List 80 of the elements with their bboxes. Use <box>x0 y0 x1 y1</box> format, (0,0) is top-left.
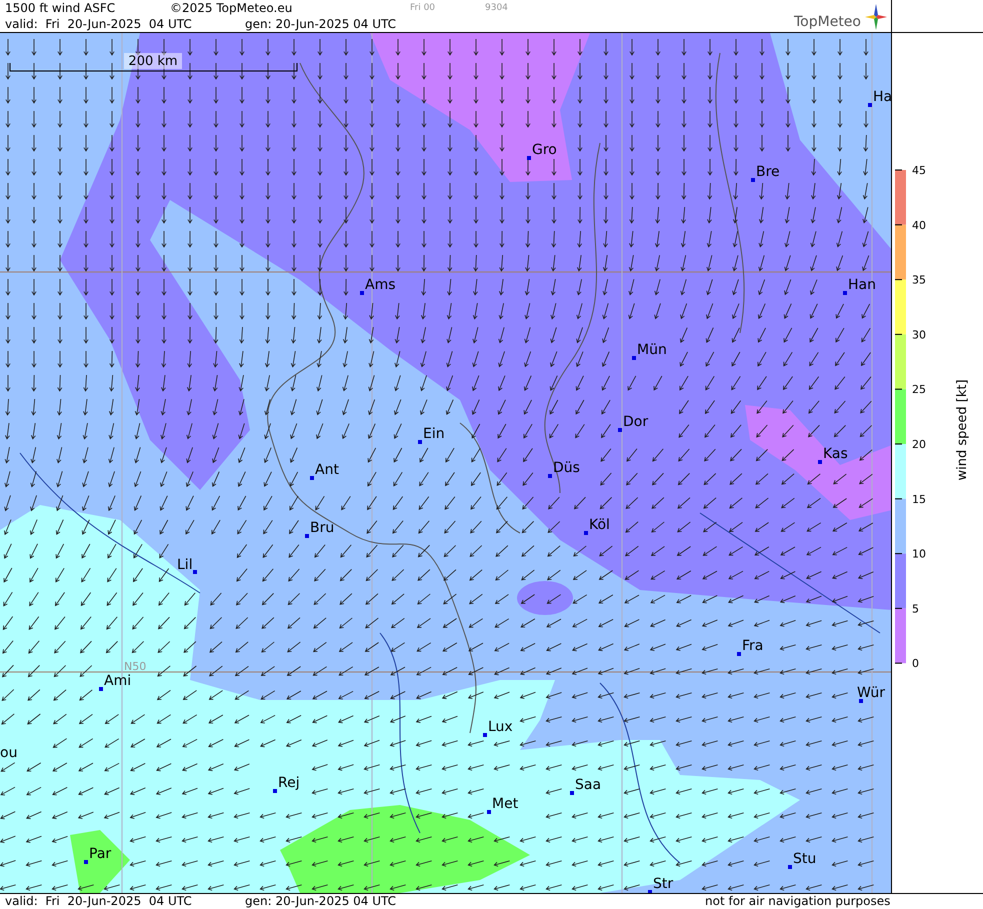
city-marker-icon <box>843 291 847 295</box>
city-marker-icon <box>360 291 364 295</box>
compass-star-icon <box>865 4 887 30</box>
legend-tick-label: 35 <box>912 274 926 287</box>
city-label: Ami <box>104 673 132 689</box>
city-marker-icon <box>487 810 491 814</box>
city-label: Met <box>492 796 518 812</box>
logo-text: TopMeteo <box>794 14 861 30</box>
city-marker-icon <box>648 890 652 893</box>
city-label: Ant <box>315 462 339 478</box>
city-marker-icon <box>632 356 636 360</box>
city-label: Wür <box>857 685 885 701</box>
city-marker-icon <box>868 103 872 107</box>
legend-tick-label: 45 <box>912 164 926 177</box>
city-label: Ein <box>423 426 445 442</box>
city-label: Bre <box>756 164 780 180</box>
city-label: Mün <box>637 342 667 358</box>
copyright-text: ©2025 TopMeteo.eu <box>170 0 294 16</box>
scale-label: 200 km <box>128 54 178 69</box>
city-marker-icon <box>584 531 588 535</box>
city-label: Köl <box>589 517 610 533</box>
tick-mark <box>894 553 902 554</box>
city-label: Kas <box>823 446 848 462</box>
legend-tick-label: 15 <box>912 492 926 506</box>
valid-time: valid: Fri 20-Jun-2025 04 UTC <box>5 16 193 32</box>
legend-tick-label: 30 <box>912 328 926 342</box>
city-label: Fra <box>742 638 764 654</box>
city-label: Bru <box>310 520 334 536</box>
city-label: Han <box>848 277 876 293</box>
city-label: Lil <box>177 557 193 573</box>
generated-time: gen: 20-Jun-2025 04 UTC <box>245 16 396 32</box>
city-marker-icon <box>859 699 863 703</box>
city-label: Par <box>89 846 112 862</box>
city-marker-icon <box>273 789 277 793</box>
city-label: Saa <box>575 777 602 793</box>
city-marker-icon <box>548 474 552 478</box>
city-marker-icon <box>751 178 755 182</box>
tick-mark <box>894 662 902 664</box>
city-marker-icon <box>618 428 622 432</box>
city-label: Lux <box>488 719 513 735</box>
city-marker-icon <box>84 860 88 864</box>
city-label: Ams <box>365 277 396 293</box>
city-marker-icon <box>788 865 792 869</box>
city-label: Str <box>653 876 674 892</box>
tick-mark <box>894 279 902 280</box>
city-label: Rej <box>278 775 300 791</box>
tick-mark <box>894 224 902 226</box>
city-marker-icon <box>418 440 422 444</box>
disclaimer-text: not for air navigation purposes <box>705 894 890 909</box>
code-label: 9304 <box>485 2 508 15</box>
city-label: Stu <box>793 851 816 867</box>
city-label: Gro <box>532 142 557 158</box>
city-marker-icon <box>737 652 741 656</box>
city-marker-icon <box>527 156 531 160</box>
chart-title: 1500 ft wind ASFC <box>5 0 116 16</box>
city-label: Dor <box>623 414 648 430</box>
city-marker-icon <box>483 733 487 737</box>
city-label: ou <box>0 745 18 761</box>
city-marker-icon <box>818 460 822 464</box>
latitude-label: N50 <box>124 660 146 673</box>
city-marker-icon <box>310 476 314 480</box>
legend-tick-label: 40 <box>912 218 926 232</box>
legend-tick-label: 20 <box>912 438 926 451</box>
legend-title: wind speed [kt] <box>955 379 970 481</box>
tick-mark <box>894 498 902 500</box>
run-label: Fri 00 <box>410 2 436 15</box>
city-marker-icon <box>193 570 197 574</box>
legend-tick-label: 25 <box>912 383 926 396</box>
valid-time: valid: Fri 20-Jun-2025 04 UTC <box>5 894 193 909</box>
legend-tick-label: 0 <box>912 657 919 670</box>
tick-mark <box>894 388 902 390</box>
legend-tick-label: 5 <box>912 602 919 616</box>
city-marker-icon <box>570 791 574 795</box>
city-label: Ha <box>873 89 891 105</box>
city-marker-icon <box>99 687 103 691</box>
legend-tick-label: 10 <box>912 548 926 561</box>
tick-mark <box>894 608 902 609</box>
city-marker-icon <box>305 534 309 538</box>
tick-mark <box>894 334 902 335</box>
generated-time: gen: 20-Jun-2025 04 UTC <box>245 894 398 909</box>
